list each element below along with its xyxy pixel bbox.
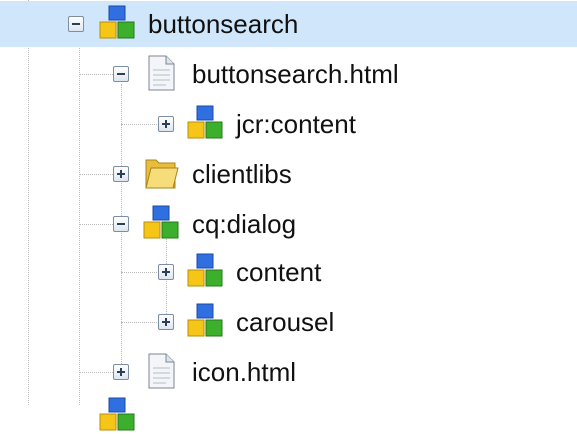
file-icon [148, 55, 175, 91]
folder-icon [145, 159, 179, 189]
collapse-toggle[interactable] [113, 216, 129, 232]
tree-node-carousel[interactable]: carousel [0, 299, 577, 345]
file-icon [148, 353, 175, 389]
tree-node-icon-html[interactable]: icon.html [0, 349, 577, 395]
tree-node-label: buttonsearch.html [192, 59, 399, 89]
expand-toggle[interactable] [113, 166, 129, 182]
tree-node-buttonsearch-html[interactable]: buttonsearch.html [0, 51, 577, 97]
node-icon [99, 397, 135, 431]
tree-node-clientlibs[interactable]: clientlibs [0, 151, 577, 197]
node-icon [187, 105, 223, 139]
tree-node-label: clientlibs [192, 159, 292, 189]
collapse-toggle[interactable] [113, 66, 129, 82]
tree-node-cq-dialog[interactable]: cq:dialog [0, 201, 577, 247]
tree-node-label: carousel [236, 307, 335, 337]
expand-toggle[interactable] [158, 116, 174, 132]
tree-node-label: buttonsearch [148, 9, 299, 39]
collapse-toggle[interactable] [68, 16, 84, 32]
expand-toggle[interactable] [113, 364, 129, 380]
tree-node-label: jcr:content [236, 109, 356, 139]
tree-node-label: content [236, 257, 322, 287]
tree-node-label: icon.html [192, 357, 297, 387]
tree-node-content[interactable]: content [0, 249, 577, 295]
tree-node-jcr-content[interactable]: jcr:content [0, 101, 577, 147]
node-icon [143, 205, 179, 239]
expand-toggle[interactable] [158, 264, 174, 280]
node-icon [99, 5, 135, 39]
tree-node-buttonsearch[interactable]: buttonsearch [0, 1, 577, 47]
node-icon [187, 303, 223, 337]
expand-toggle[interactable] [158, 314, 174, 330]
node-icon [187, 253, 223, 287]
tree-node-label: cq:dialog [192, 209, 297, 239]
